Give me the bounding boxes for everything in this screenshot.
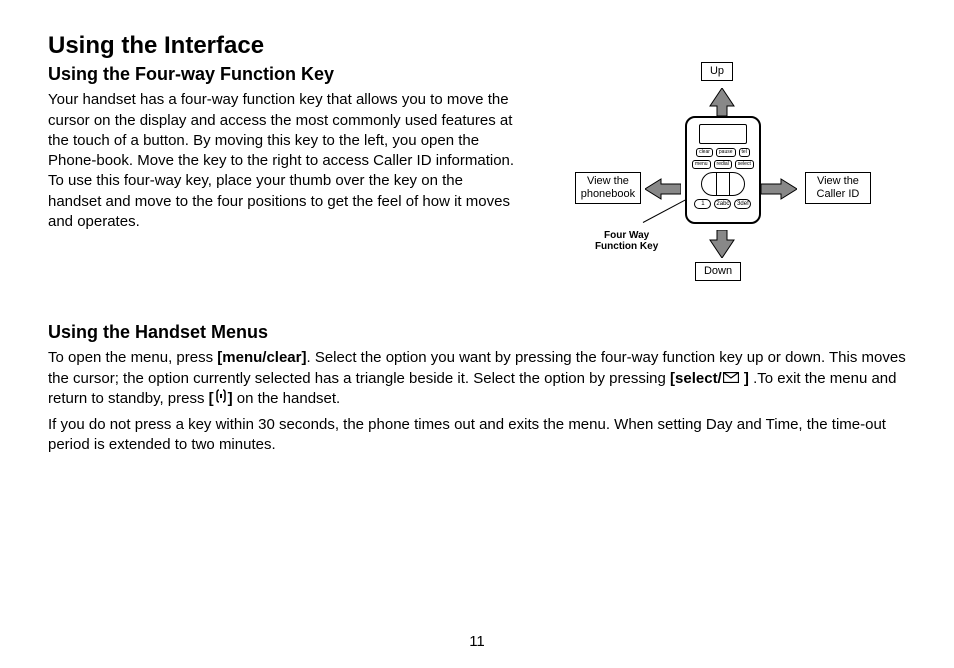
phone-hangup-icon bbox=[215, 389, 227, 409]
device-btn: tel bbox=[739, 148, 750, 157]
device-btn: menu bbox=[692, 160, 711, 169]
envelope-icon bbox=[723, 369, 739, 389]
section1-heading: Using the Four-way Function Key bbox=[48, 62, 520, 86]
device-num: 2abc bbox=[714, 199, 731, 209]
section2-paragraph2: If you do not press a key within 30 seco… bbox=[48, 415, 906, 456]
menu-clear-key: [menu/clear] bbox=[217, 349, 306, 366]
arrow-right-icon bbox=[761, 177, 797, 201]
select-key-close: ] bbox=[740, 370, 749, 387]
section-handset-menus: Using the Handset Menus To open the menu… bbox=[48, 320, 906, 456]
end-key-open: [ bbox=[209, 390, 214, 407]
dpad-icon bbox=[701, 172, 745, 196]
arrow-down-icon bbox=[708, 230, 736, 258]
handset-screen bbox=[699, 124, 747, 144]
device-btn: select bbox=[735, 160, 754, 169]
device-btn: clear bbox=[696, 148, 713, 157]
select-key-open: [select/ bbox=[670, 370, 722, 387]
section-four-way-key: Using the Four-way Function Key Your han… bbox=[48, 62, 906, 292]
device-num: 3def bbox=[734, 199, 751, 209]
device-btn: pause bbox=[716, 148, 736, 157]
figure-column: Up Down View the phonebook View the Call… bbox=[540, 62, 906, 292]
page-number: 11 bbox=[0, 633, 954, 650]
section2-paragraph1: To open the menu, press [menu/clear]. Se… bbox=[48, 348, 906, 409]
direction-label-right: View the Caller ID bbox=[805, 172, 871, 204]
section1-paragraph: Your handset has a four-way function key… bbox=[48, 90, 520, 232]
callout-line bbox=[643, 200, 686, 223]
page-title: Using the Interface bbox=[48, 32, 906, 60]
direction-label-left: View the phonebook bbox=[575, 172, 641, 204]
function-key-callout: Four WayFunction Key bbox=[595, 230, 658, 252]
device-btn: redial bbox=[714, 160, 732, 169]
text-column: Using the Four-way Function Key Your han… bbox=[48, 62, 520, 292]
section2-heading: Using the Handset Menus bbox=[48, 320, 906, 344]
direction-label-up: Up bbox=[701, 62, 733, 81]
direction-label-down: Down bbox=[695, 262, 741, 281]
four-way-key-diagram: Up Down View the phonebook View the Call… bbox=[583, 62, 863, 292]
arrow-left-icon bbox=[645, 177, 681, 201]
device-num: 1 bbox=[694, 199, 711, 209]
handset-illustration: clear pause tel menu redial select 1 2ab… bbox=[685, 116, 761, 224]
arrow-up-icon bbox=[708, 88, 736, 116]
